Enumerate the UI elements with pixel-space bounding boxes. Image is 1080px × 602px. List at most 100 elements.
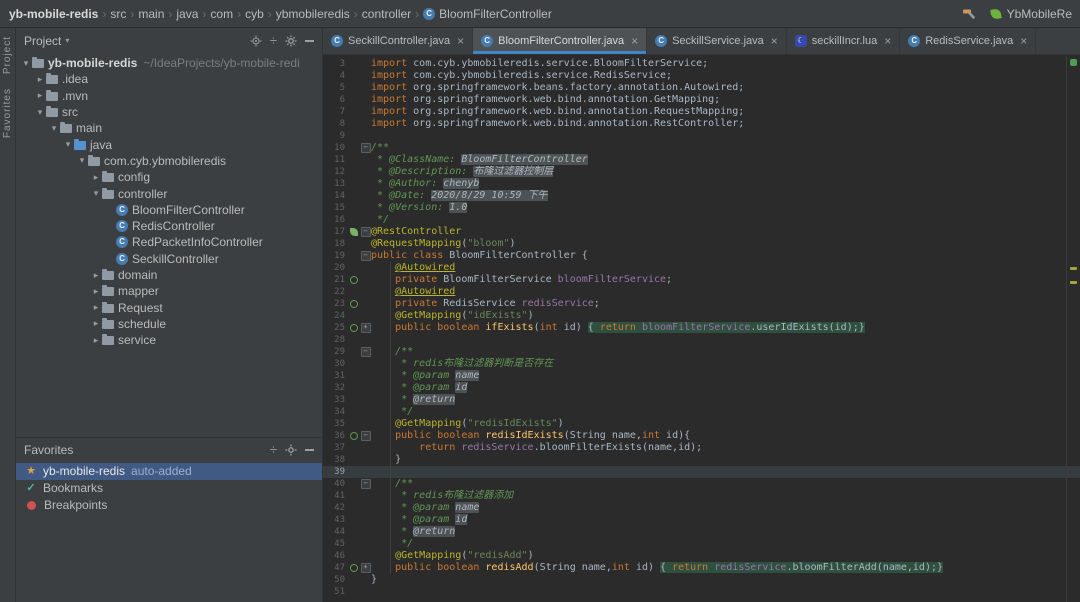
- hide-panel-icon[interactable]: [305, 449, 314, 451]
- expand-arrow-icon[interactable]: ▾: [90, 188, 102, 199]
- breadcrumb-item[interactable]: main: [135, 7, 167, 21]
- tree-item[interactable]: ▸schedule: [16, 316, 322, 332]
- code-token: int: [540, 322, 558, 333]
- breadcrumb-item[interactable]: CBloomFilterController: [420, 7, 555, 21]
- breadcrumb-item[interactable]: cyb: [242, 7, 267, 21]
- tree-item[interactable]: CSeckillController: [16, 251, 322, 267]
- expand-arrow-icon[interactable]: ▸: [90, 270, 102, 281]
- collapse-all-icon[interactable]: ÷: [270, 444, 277, 456]
- breadcrumb-item[interactable]: com: [207, 7, 236, 21]
- gear-icon[interactable]: [285, 444, 297, 456]
- warning-mark[interactable]: [1070, 267, 1077, 270]
- tool-window-button-favorites[interactable]: Favorites: [2, 88, 13, 138]
- tree-item[interactable]: ▾com.cyb.ybmobileredis: [16, 153, 322, 169]
- close-icon[interactable]: ×: [631, 34, 638, 48]
- collapse-all-icon[interactable]: ÷: [270, 35, 277, 47]
- fold-spacer: [360, 310, 371, 322]
- run-config-selector[interactable]: YbMobileRe: [991, 7, 1072, 21]
- tree-item[interactable]: ▸mapper: [16, 283, 322, 299]
- close-icon[interactable]: ×: [457, 34, 464, 48]
- expand-arrow-icon[interactable]: ▸: [34, 90, 46, 101]
- tree-item[interactable]: CRedPacketInfoController: [16, 234, 322, 250]
- fold-marker-icon[interactable]: +: [360, 562, 371, 574]
- inspections-status-indicator[interactable]: [1070, 59, 1077, 66]
- leaf-gutter-icon[interactable]: [348, 226, 360, 238]
- fold-marker-icon[interactable]: −: [360, 430, 371, 442]
- fold-marker-icon[interactable]: −: [360, 478, 371, 490]
- code-token: ifExists: [485, 322, 533, 333]
- breadcrumb-item[interactable]: src: [107, 7, 129, 21]
- favorites-item[interactable]: ★yb-mobile-redisauto-added: [16, 463, 322, 480]
- breadcrumb-item[interactable]: java: [173, 7, 201, 21]
- expand-arrow-icon[interactable]: ▾: [34, 107, 46, 118]
- editor-tab[interactable]: CSeckillService.java×: [647, 28, 787, 54]
- editor-tab[interactable]: CBloomFilterController.java×: [473, 28, 647, 54]
- breadcrumb-label: BloomFilterController: [439, 7, 552, 21]
- code-editor[interactable]: 3import com.cyb.ybmobileredis.service.Bl…: [323, 55, 1080, 602]
- hide-panel-icon[interactable]: [305, 40, 314, 42]
- fold-marker-icon[interactable]: −: [360, 142, 371, 154]
- project-panel-title[interactable]: Project ▾: [24, 34, 69, 48]
- expand-arrow-icon[interactable]: ▾: [48, 123, 60, 134]
- bean-gutter-icon[interactable]: [348, 322, 360, 334]
- expand-arrow-icon[interactable]: ▸: [90, 172, 102, 183]
- breadcrumb-item[interactable]: ybmobileredis: [273, 7, 353, 21]
- tree-item[interactable]: ▸Request: [16, 299, 322, 315]
- expand-arrow-icon[interactable]: ▾: [20, 58, 32, 69]
- tree-item[interactable]: ▸.idea: [16, 71, 322, 87]
- tree-item[interactable]: ▾controller: [16, 185, 322, 201]
- tree-item[interactable]: ▾java: [16, 136, 322, 152]
- tree-item[interactable]: ▾yb-mobile-redis~/IdeaProjects/yb-mobile…: [16, 55, 322, 71]
- fold-marker-icon[interactable]: −: [360, 250, 371, 262]
- code-text: /**: [371, 142, 389, 154]
- gear-icon[interactable]: [285, 35, 297, 47]
- expand-arrow-icon[interactable]: ▸: [90, 335, 102, 346]
- bean-gutter-icon[interactable]: [348, 562, 360, 574]
- favorites-panel-title[interactable]: Favorites: [24, 443, 73, 457]
- bean-gutter-icon[interactable]: [348, 430, 360, 442]
- close-icon[interactable]: ×: [1020, 34, 1027, 48]
- error-stripe-scrollbar[interactable]: [1066, 55, 1080, 602]
- close-icon[interactable]: ×: [771, 34, 778, 48]
- toolbar-right: YbMobileRe: [961, 7, 1074, 21]
- locate-file-icon[interactable]: [250, 35, 262, 47]
- fold-marker-icon[interactable]: −: [360, 346, 371, 358]
- close-icon[interactable]: ×: [884, 34, 891, 48]
- expand-arrow-icon[interactable]: ▾: [76, 155, 88, 166]
- breadcrumb-item[interactable]: controller: [359, 7, 414, 21]
- tree-item[interactable]: ▾main: [16, 120, 322, 136]
- fold-spacer: [360, 298, 371, 310]
- fold-marker-icon[interactable]: −: [360, 226, 371, 238]
- expand-arrow-icon[interactable]: ▸: [34, 74, 46, 85]
- build-hammer-icon[interactable]: [961, 7, 975, 21]
- code-token: name: [455, 370, 479, 381]
- tree-item[interactable]: ▸config: [16, 169, 322, 185]
- tree-item[interactable]: ▸.mvn: [16, 88, 322, 104]
- tree-item[interactable]: ▾src: [16, 104, 322, 120]
- bean-icon: [350, 276, 358, 284]
- editor-tab[interactable]: CRedisService.java×: [900, 28, 1036, 54]
- expand-arrow-icon[interactable]: ▾: [62, 139, 74, 150]
- bean-gutter-icon[interactable]: [348, 298, 360, 310]
- expand-arrow-icon[interactable]: ▸: [90, 286, 102, 297]
- package-icon: [102, 190, 114, 199]
- editor-tab[interactable]: CSeckillController.java×: [323, 28, 473, 54]
- bean-gutter-icon[interactable]: [348, 274, 360, 286]
- tree-item-label: domain: [118, 268, 157, 282]
- tree-item[interactable]: CRedisController: [16, 218, 322, 234]
- code-text: }: [371, 574, 377, 586]
- tree-item[interactable]: ▸service: [16, 332, 322, 348]
- expand-arrow-icon[interactable]: ▸: [90, 302, 102, 313]
- breadcrumb-item[interactable]: yb-mobile-redis: [6, 7, 101, 21]
- expand-arrow-icon[interactable]: ▸: [90, 318, 102, 329]
- code-token: id){: [660, 430, 690, 441]
- favorites-item[interactable]: ✓Bookmarks: [16, 480, 322, 497]
- tree-item[interactable]: CBloomFilterController: [16, 202, 322, 218]
- fold-marker-icon[interactable]: +: [360, 322, 371, 334]
- favorites-item[interactable]: Breakpoints: [16, 497, 322, 514]
- gutter-spacer: [348, 514, 360, 526]
- editor-tab[interactable]: ☾seckillIncr.lua×: [787, 28, 900, 54]
- warning-mark[interactable]: [1070, 281, 1077, 284]
- tree-item[interactable]: ▸ domain: [16, 267, 322, 283]
- tool-window-button-project[interactable]: Project: [2, 36, 13, 74]
